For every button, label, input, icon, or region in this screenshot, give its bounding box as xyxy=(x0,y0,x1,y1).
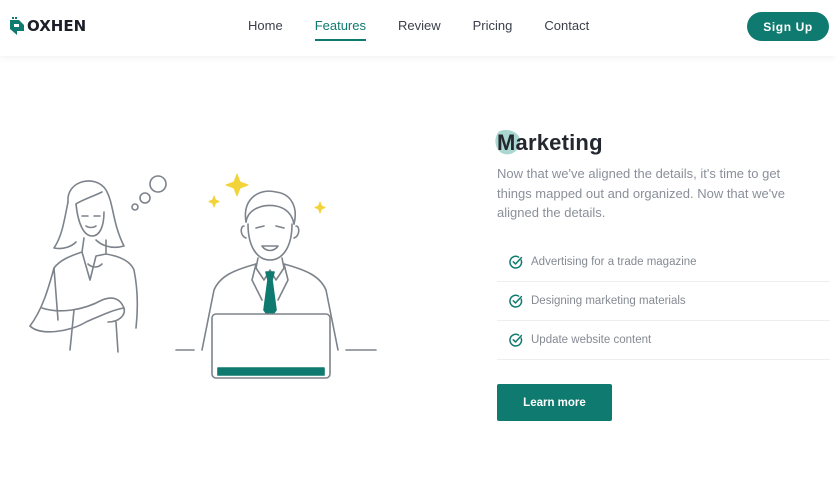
nav-item-review[interactable]: Review xyxy=(382,0,457,56)
feature-label: Update website content xyxy=(531,334,652,346)
two-people-at-laptop-illustration xyxy=(29,173,377,379)
list-item: Advertising for a trade magazine xyxy=(497,243,830,282)
check-circle-icon xyxy=(509,255,523,269)
nav-item-home[interactable]: Home xyxy=(232,0,299,56)
logo-icon xyxy=(10,17,24,35)
feature-list: Advertising for a trade magazine Designi… xyxy=(497,243,830,360)
nav-item-contact[interactable]: Contact xyxy=(528,0,605,56)
check-circle-icon xyxy=(509,333,523,347)
brand-name: OXHEN xyxy=(27,17,87,35)
sign-up-button[interactable]: Sign Up xyxy=(747,12,829,41)
top-navbar: OXHEN Home Features Review Pricing Conta… xyxy=(0,0,836,56)
nav-item-pricing[interactable]: Pricing xyxy=(457,0,529,56)
list-item: Update website content xyxy=(497,321,830,360)
nav-item-features[interactable]: Features xyxy=(299,0,382,56)
check-circle-icon xyxy=(509,294,523,308)
feature-label: Advertising for a trade magazine xyxy=(531,256,697,268)
feature-label: Designing marketing materials xyxy=(531,295,686,307)
section-title: Marketing xyxy=(497,130,603,155)
brand-logo[interactable]: OXHEN xyxy=(9,16,86,36)
main-nav: Home Features Review Pricing Contact xyxy=(232,0,605,56)
title-wrap: Marketing xyxy=(495,126,831,160)
learn-more-button[interactable]: Learn more xyxy=(497,384,612,421)
section-description: Now that we've aligned the details, it's… xyxy=(497,166,785,220)
list-item: Designing marketing materials xyxy=(497,282,830,321)
feature-content: Marketing Now that we've aligned the det… xyxy=(495,126,831,223)
